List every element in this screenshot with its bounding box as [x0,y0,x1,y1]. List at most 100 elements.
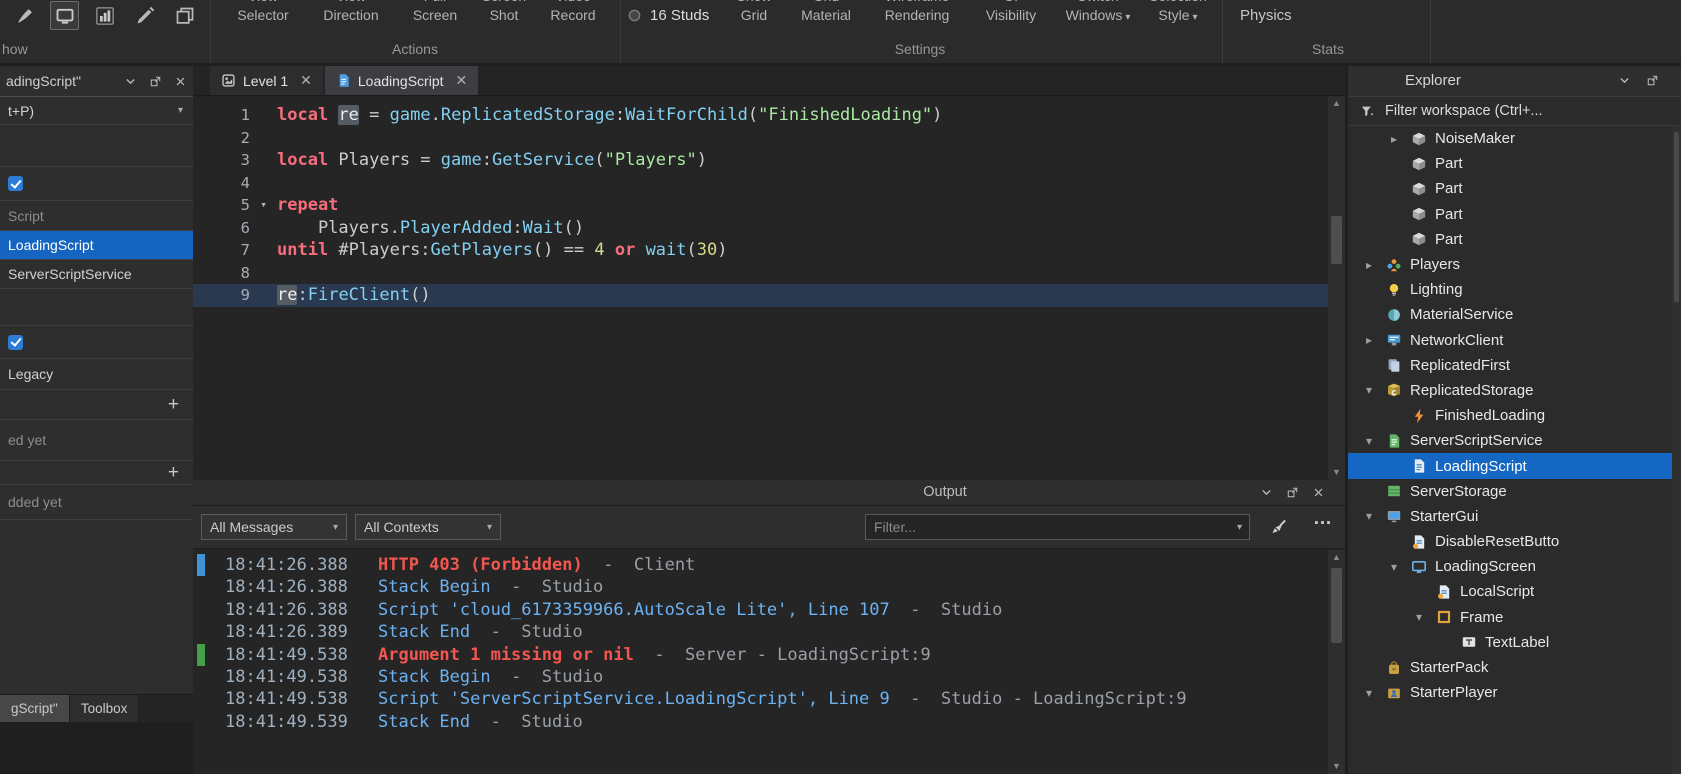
list-item-selected[interactable]: LoadingScript [0,231,193,260]
ribbon-item-show-grid[interactable]: ShowGrid [724,0,784,25]
left-row-label-8[interactable]: Legacy [0,359,193,390]
output-close-button[interactable] [1306,480,1331,505]
log-row-1[interactable]: 18:41:26.388 Stack Begin - Studio [193,576,1345,598]
tree-item-part[interactable]: Part [1348,227,1681,252]
tree-item-lighting[interactable]: Lighting [1348,277,1681,302]
log-row-7[interactable]: 18:41:49.539 Stack End - Studio [193,711,1345,733]
explorer-menu-button[interactable] [1612,68,1637,93]
clear-output-button[interactable] [1265,513,1293,541]
editor-tab-level-1[interactable]: Level 1 ✕ [210,66,323,95]
scrollbar-thumb[interactable] [1331,216,1342,264]
ribbon-item-full-screen[interactable]: FullScreen [400,0,470,25]
script-editor[interactable]: 1 local re = game.ReplicatedStorage:WaitF… [193,96,1345,480]
left-row-check-2[interactable] [0,167,193,201]
scrollbar-thumb[interactable] [1331,568,1342,643]
tree-item-players[interactable]: ▸ Players [1348,252,1681,277]
copies-tool-button[interactable] [170,1,199,30]
left-row-combo-0[interactable]: t+P) ▾ [0,97,193,125]
brush-tool-button[interactable] [10,1,39,30]
explorer-filter[interactable]: Filter workspace (Ctrl+... [1348,96,1681,126]
tree-item-frame[interactable]: ▾ Frame [1348,605,1681,630]
output-popout-button[interactable] [1280,480,1305,505]
tree-item-disableresetbutto[interactable]: DisableResetButto [1348,529,1681,554]
messages-filter-dropdown[interactable]: All Messages ▾ [201,514,347,540]
tree-item-part[interactable]: Part [1348,202,1681,227]
tree-item-noisemaker[interactable]: ▸ NoiseMaker [1348,126,1681,151]
expand-arrow-icon[interactable]: ▸ [1389,132,1411,146]
ribbon-item-screen-shot[interactable]: ScreenShot [473,0,535,25]
wand-tool-button[interactable] [130,1,159,30]
left-row-plus-9[interactable]: + [0,390,193,420]
editor-tab-loadingscript[interactable]: LoadingScript ✕ [324,66,479,95]
tree-item-loadingscreen[interactable]: ▾ LoadingScreen [1348,554,1681,579]
screen-tool-button[interactable] [50,1,79,30]
expand-arrow-icon[interactable]: ▾ [1364,686,1386,700]
ribbon-item-view-direction[interactable]: ViewDirection [308,0,394,25]
tree-item-networkclient[interactable]: ▸ NetworkClient [1348,328,1681,353]
output-filter-box[interactable]: ▾ [865,514,1250,540]
tree-item-starterplayer[interactable]: ▾ StarterPlayer [1348,680,1681,705]
tree-item-startergui[interactable]: ▾ StarterGui [1348,504,1681,529]
tree-item-textlabel[interactable]: TextLabel [1348,630,1681,655]
editor-scrollbar[interactable]: ▲ ▼ [1328,96,1345,480]
tree-item-part[interactable]: Part [1348,151,1681,176]
expand-arrow-icon[interactable]: ▸ [1364,333,1386,347]
chart-tool-button[interactable] [90,1,119,30]
tree-item-replicatedstorage[interactable]: ▾ ReplicatedStorage [1348,378,1681,403]
expand-arrow-icon[interactable]: ▾ [1414,610,1436,624]
panel-popout-button[interactable] [143,69,168,94]
fold-arrow-icon[interactable]: ▾ [250,194,277,217]
tree-item-serverstorage[interactable]: ServerStorage [1348,479,1681,504]
scroll-up-icon[interactable]: ▲ [1328,550,1345,565]
log-row-4[interactable]: 18:41:49.538 Argument 1 missing or nil - … [193,643,1345,666]
log-row-5[interactable]: 18:41:49.538 Stack Begin - Studio [193,666,1345,688]
log-row-0[interactable]: 18:41:26.388 HTTP 403 (Forbidden) - Clien… [193,554,1345,577]
tree-item-part[interactable]: Part [1348,176,1681,201]
ribbon-item-16-studs[interactable]: 16 Studs [627,6,709,25]
left-row-label-5[interactable]: ServerScriptService [0,260,193,289]
panel-close-button[interactable] [168,69,193,94]
ribbon-item-view-selector[interactable]: ViewSelector [228,0,298,25]
left-row-plus-11[interactable]: + [0,461,193,485]
tree-item-loadingscript[interactable]: LoadingScript [1348,453,1681,479]
close-icon[interactable]: ✕ [456,72,468,89]
explorer-scrollbar[interactable] [1672,126,1681,774]
ribbon-item-physics[interactable]: Physics [1240,6,1310,25]
tree-item-replicatedfirst[interactable]: ReplicatedFirst [1348,353,1681,378]
ribbon-item-video-record[interactable]: VideoRecord [540,0,606,25]
scroll-up-icon[interactable]: ▲ [1328,96,1345,111]
expand-arrow-icon[interactable]: ▾ [1364,383,1386,397]
expand-arrow-icon[interactable]: ▸ [1364,258,1386,272]
tree-item-starterpack[interactable]: StarterPack [1348,655,1681,680]
explorer-popout-button[interactable] [1640,68,1665,93]
ribbon-item-wireframe-rendering[interactable]: WireframeRendering [878,0,956,25]
log-row-2[interactable]: 18:41:26.388 Script 'cloud_6173359966.Aut… [193,599,1345,621]
add-button[interactable]: + [168,395,185,414]
panel-menu-button[interactable] [118,69,143,94]
ribbon-item-ui-visibility[interactable]: UIVisibility [973,0,1049,25]
ribbon-item-selection-style[interactable]: SelectionStyle▾ [1148,0,1208,27]
scroll-down-icon[interactable]: ▼ [1328,465,1345,480]
expand-arrow-icon[interactable]: ▾ [1389,560,1411,574]
output-log[interactable]: 18:41:26.388 HTTP 403 (Forbidden) - Clien… [193,550,1345,774]
add-button[interactable]: + [168,463,185,482]
checkbox[interactable] [8,176,23,191]
output-scrollbar[interactable]: ▲ ▼ [1328,550,1345,774]
checkbox[interactable] [8,334,23,350]
expand-arrow-icon[interactable]: ▾ [1364,509,1386,523]
ribbon-item-grid-material[interactable]: GridMaterial [793,0,859,25]
log-row-6[interactable]: 18:41:49.538 Script 'ServerScriptService.… [193,688,1345,710]
output-menu-button[interactable] [1254,480,1279,505]
scroll-down-icon[interactable]: ▼ [1328,759,1345,774]
scrollbar-thumb[interactable] [1674,132,1679,302]
contexts-filter-dropdown[interactable]: All Contexts ▾ [355,514,501,540]
close-icon[interactable]: ✕ [300,72,312,89]
tree-item-materialservice[interactable]: MaterialService [1348,302,1681,327]
dock-tab-script[interactable]: gScript" [0,695,70,722]
ribbon-item-switch-windows[interactable]: SwitchWindows▾ [1060,0,1136,27]
expand-arrow-icon[interactable]: ▾ [1364,434,1386,448]
tree-item-serverscriptservice[interactable]: ▾ ServerScriptService [1348,428,1681,453]
log-row-3[interactable]: 18:41:26.389 Stack End - Studio [193,621,1345,643]
tree-item-finishedloading[interactable]: FinishedLoading [1348,403,1681,428]
more-options-button[interactable]: … [1313,508,1333,530]
